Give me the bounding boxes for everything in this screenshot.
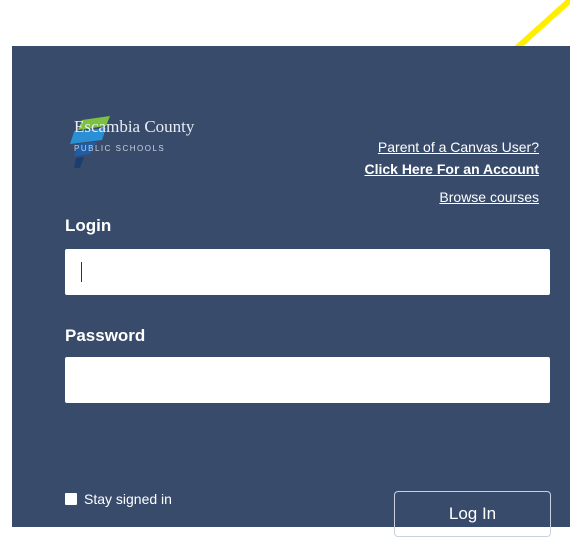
- stay-signed-in-label: Stay signed in: [84, 491, 172, 507]
- text-caret: [81, 262, 82, 282]
- stay-signed-in[interactable]: Stay signed in: [65, 491, 172, 507]
- password-label: Password: [65, 326, 146, 345]
- login-input[interactable]: [65, 249, 550, 295]
- logo-name: Escambia County: [74, 117, 195, 136]
- forgot-password-link[interactable]: Forgot Password?: [65, 528, 195, 546]
- parent-of-canvas-user-link[interactable]: Parent of a Canvas User?: [364, 140, 539, 154]
- log-in-button[interactable]: Log In: [394, 491, 551, 537]
- create-account-link[interactable]: Click Here For an Account: [364, 162, 539, 176]
- browse-courses-link[interactable]: Browse courses: [364, 190, 539, 204]
- login-label: Login: [65, 216, 112, 235]
- password-input[interactable]: [65, 357, 550, 403]
- stay-signed-in-checkbox[interactable]: [65, 493, 77, 505]
- header-links: Parent of a Canvas User? Click Here For …: [364, 140, 539, 204]
- login-panel: Escambia County PUBLIC SCHOOLS Parent of…: [12, 46, 570, 545]
- logo-subtitle: PUBLIC SCHOOLS: [74, 144, 166, 153]
